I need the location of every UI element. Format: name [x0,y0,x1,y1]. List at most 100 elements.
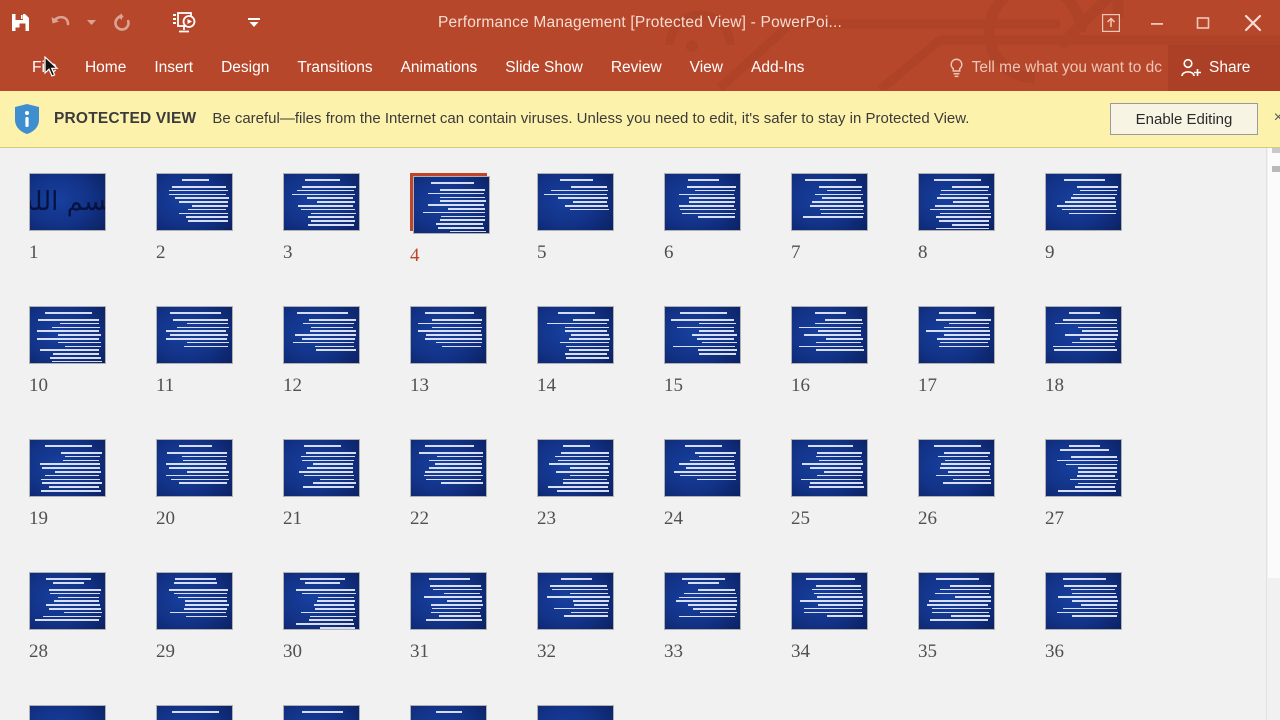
tab-animations[interactable]: Animations [387,45,492,91]
slide-thumbnail-35[interactable]: 35 [918,572,995,662]
slide-thumbnail-26[interactable]: 26 [918,439,995,529]
tab-slide-show[interactable]: Slide Show [491,45,597,91]
slide-thumbnail-2[interactable]: 2 [156,173,233,263]
slide-thumbnail-frame[interactable] [156,173,233,231]
slide-thumbnail-1[interactable]: بسم الله 1 [29,173,106,263]
tab-design[interactable]: Design [207,45,283,91]
slide-thumbnail-23[interactable]: 23 [537,439,614,529]
slide-thumbnail-37[interactable]: 37 [29,705,106,720]
slide-thumbnail-frame[interactable] [156,572,233,630]
share-button[interactable]: Share [1168,45,1280,91]
slide-thumbnail-frame[interactable] [29,439,106,497]
slide-thumbnail-frame[interactable] [537,572,614,630]
slide-thumbnail-frame[interactable] [918,572,995,630]
slide-thumbnail-31[interactable]: 31 [410,572,487,662]
slide-thumbnail-22[interactable]: 22 [410,439,487,529]
tab-add-ins[interactable]: Add-Ins [737,45,818,91]
slide-thumbnail-frame[interactable] [283,705,360,720]
slide-thumbnail-19[interactable]: 19 [29,439,106,529]
slide-thumbnail-32[interactable]: 32 [537,572,614,662]
slide-thumbnail-4[interactable]: 4 [410,173,490,266]
slide-thumbnail-frame[interactable] [283,439,360,497]
slide-thumbnail-frame[interactable] [410,173,490,234]
vertical-scrollbar[interactable] [1266,148,1280,720]
slide-thumbnail-41[interactable]: 41 [537,705,614,720]
slide-thumbnail-30[interactable]: 30 [283,572,360,662]
slide-thumbnail-28[interactable]: 28 [29,572,106,662]
slide-thumbnail-frame[interactable] [283,173,360,231]
customize-quick-access-icon[interactable] [234,0,274,45]
slide-thumbnail-frame[interactable] [283,572,360,630]
slide-thumbnail-frame[interactable] [791,173,868,231]
slide-thumbnail-34[interactable]: 34 [791,572,868,662]
tab-home[interactable]: Home [71,45,140,91]
slide-thumbnail-frame[interactable] [664,439,741,497]
slide-thumbnail-frame[interactable] [537,439,614,497]
slide-thumbnail-11[interactable]: 11 [156,306,233,396]
save-icon[interactable] [0,0,40,45]
slide-thumbnail-frame[interactable] [156,705,233,720]
tab-insert[interactable]: Insert [140,45,207,91]
slide-thumbnail-frame[interactable] [410,439,487,497]
tab-review[interactable]: Review [597,45,676,91]
tab-transitions[interactable]: Transitions [283,45,386,91]
slide-thumbnail-frame[interactable] [1045,572,1122,630]
slide-thumbnail-25[interactable]: 25 [791,439,868,529]
slide-thumbnail-21[interactable]: 21 [283,439,360,529]
slide-thumbnail-frame[interactable] [664,306,741,364]
slide-thumbnail-frame[interactable] [918,439,995,497]
slide-thumbnail-frame[interactable] [410,572,487,630]
close-banner-icon[interactable]: × [1274,109,1280,127]
slide-sorter-pane[interactable]: بسم الله12345678910111213141516171819202… [0,148,1280,720]
slide-thumbnail-33[interactable]: 33 [664,572,741,662]
slide-thumbnail-frame[interactable] [537,306,614,364]
slide-thumbnail-40[interactable]: 40 [410,705,487,720]
slide-thumbnail-frame[interactable] [156,439,233,497]
scrollbar-thumb[interactable] [1272,166,1280,172]
slide-thumbnail-frame[interactable] [283,306,360,364]
slide-thumbnail-24[interactable]: 24 [664,439,741,529]
slide-thumbnail-17[interactable]: 17 [918,306,995,396]
slide-thumbnail-27[interactable]: 27 [1045,439,1122,529]
slide-thumbnail-frame[interactable] [1045,173,1122,231]
slide-thumbnail-6[interactable]: 6 [664,173,741,263]
slide-thumbnail-3[interactable]: 3 [283,173,360,263]
slide-thumbnail-frame[interactable] [918,173,995,231]
slide-thumbnail-39[interactable]: 39 [283,705,360,720]
slide-thumbnail-20[interactable]: 20 [156,439,233,529]
slide-thumbnail-15[interactable]: 15 [664,306,741,396]
slide-thumbnail-14[interactable]: 14 [537,306,614,396]
slide-thumbnail-frame[interactable] [918,306,995,364]
tab-view[interactable]: View [676,45,737,91]
slide-thumbnail-frame[interactable] [537,173,614,231]
slide-thumbnail-frame[interactable] [791,572,868,630]
slide-thumbnail-frame[interactable] [29,705,106,720]
slide-thumbnail-frame[interactable] [29,306,106,364]
slide-thumbnail-frame[interactable] [791,439,868,497]
slide-thumbnail-frame[interactable] [1045,306,1122,364]
slide-thumbnail-5[interactable]: 5 [537,173,614,263]
minimize-icon[interactable] [1134,0,1180,45]
slide-thumbnail-10[interactable]: 10 [29,306,106,396]
slide-thumbnail-18[interactable]: 18 [1045,306,1122,396]
scrollbar-track[interactable] [1268,148,1280,578]
enable-editing-button[interactable]: Enable Editing [1110,103,1258,135]
scrollbar-thumb-top[interactable] [1272,148,1280,153]
slide-thumbnail-13[interactable]: 13 [410,306,487,396]
ribbon-display-options-icon[interactable] [1088,0,1134,45]
slide-thumbnail-frame[interactable] [791,306,868,364]
slide-thumbnail-frame[interactable] [664,173,741,231]
slide-thumbnail-frame[interactable] [156,306,233,364]
slide-thumbnail-frame[interactable] [537,705,614,720]
slide-thumbnail-29[interactable]: 29 [156,572,233,662]
slide-thumbnail-frame[interactable] [410,705,487,720]
slide-thumbnail-frame[interactable] [410,306,487,364]
close-icon[interactable] [1226,0,1280,45]
slide-thumbnail-12[interactable]: 12 [283,306,360,396]
slide-thumbnail-16[interactable]: 16 [791,306,868,396]
slide-thumbnail-frame[interactable]: بسم الله [29,173,106,231]
slide-thumbnail-9[interactable]: 9 [1045,173,1122,263]
slide-thumbnail-frame[interactable] [1045,439,1122,497]
slide-thumbnail-8[interactable]: 8 [918,173,995,263]
tell-me-search[interactable]: Tell me what you want to dc [949,45,1162,91]
